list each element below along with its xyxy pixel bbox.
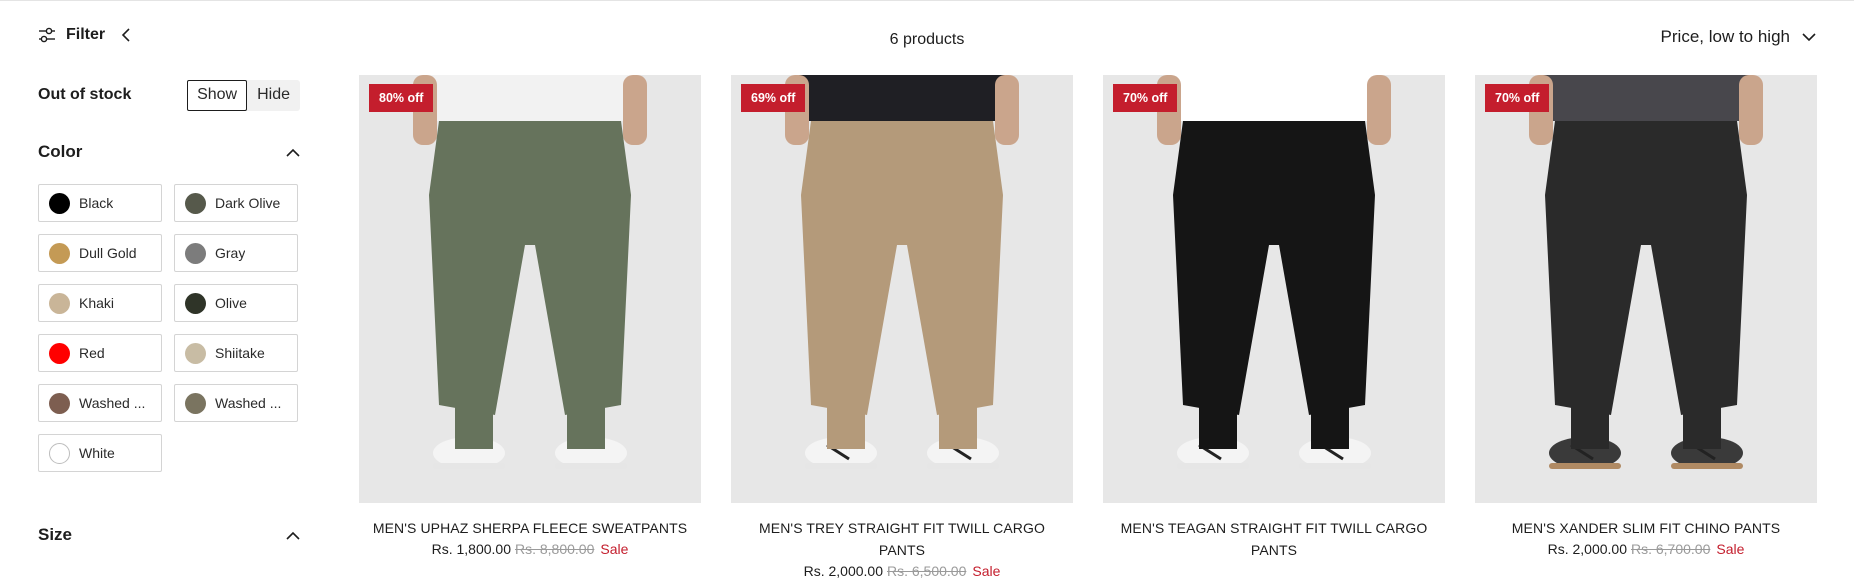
color-dot — [185, 292, 206, 314]
product-card[interactable]: 70% off MEN'S TEAGAN STRAIGHT FIT TWILL C… — [1103, 75, 1445, 580]
color-swatch-option[interactable]: White — [38, 434, 162, 472]
out-of-stock-title: Out of stock — [38, 86, 132, 103]
color-swatch-label: Khaki — [79, 295, 115, 311]
color-swatch-option[interactable]: Washed ... — [174, 384, 298, 422]
discount-badge: 70% off — [1485, 84, 1550, 112]
color-group-header[interactable]: Color — [38, 140, 300, 164]
product-price: Rs. 2,000.00 Rs. 6,500.00 Sale — [731, 562, 1073, 580]
color-dot — [49, 342, 70, 364]
color-swatch-label: Dark Olive — [215, 195, 281, 211]
stock-show-option[interactable]: Show — [187, 79, 248, 111]
color-dot — [49, 442, 70, 464]
product-price: Rs. 2,000.00 Rs. 6,700.00 Sale — [1475, 540, 1817, 558]
sort-dropdown[interactable]: Price, low to high — [1661, 27, 1816, 47]
sale-label: Sale — [1716, 541, 1745, 557]
color-swatch-option[interactable]: Khaki — [38, 284, 162, 322]
color-swatch-label: Olive — [215, 295, 247, 311]
compare-price: Rs. 8,800.00 — [514, 541, 595, 557]
product-card[interactable]: 70% off MEN'S XANDER SLIM FIT CHINO PANTS… — [1475, 75, 1817, 558]
filter-sidebar: Out of stock Show Hide Color Black Dark O… — [38, 78, 300, 472]
color-swatch-option[interactable]: Shiitake — [174, 334, 298, 372]
filter-label: Filter — [66, 26, 106, 43]
product-price: Rs. 1,800.00 Rs. 8,800.00 Sale — [359, 540, 701, 558]
color-swatch-option[interactable]: Washed ... — [38, 384, 162, 422]
compare-price: Rs. 6,700.00 — [1630, 541, 1711, 557]
stock-hide-option[interactable]: Hide — [247, 80, 300, 111]
product-title-link[interactable]: MEN'S TREY STRAIGHT FIT TWILL CARGO PANT… — [731, 517, 1073, 561]
color-dot — [185, 342, 206, 364]
color-dot — [49, 292, 70, 314]
product-card[interactable]: 69% off MEN'S TREY STRAIGHT FIT TWILL CAR… — [731, 75, 1073, 580]
color-swatch-label: Gray — [215, 245, 246, 261]
color-dot — [49, 392, 70, 414]
color-swatch-label: Black — [79, 195, 114, 211]
color-swatch-option[interactable]: Gray — [174, 234, 298, 272]
product-title-link[interactable]: MEN'S XANDER SLIM FIT CHINO PANTS — [1475, 517, 1817, 539]
color-swatch-option[interactable]: Olive — [174, 284, 298, 322]
color-swatch-label: Dull Gold — [79, 245, 137, 261]
color-swatch-label: Washed ... — [215, 395, 282, 411]
out-of-stock-row: Out of stock Show Hide — [38, 78, 300, 112]
color-title: Color — [38, 142, 83, 161]
product-image[interactable]: 70% off — [1475, 75, 1817, 503]
color-swatch-label: Washed ... — [79, 395, 146, 411]
discount-badge: 80% off — [369, 84, 434, 112]
filter-toggle-button[interactable]: Filter — [38, 26, 131, 44]
color-dot — [185, 242, 206, 264]
color-swatch-option[interactable]: Dull Gold — [38, 234, 162, 272]
sort-label: Price, low to high — [1660, 27, 1790, 46]
color-dot — [185, 392, 206, 414]
stock-toggle: Show Hide — [187, 79, 300, 111]
product-card[interactable]: 80% off MEN'S UPHAZ SHERPA FLEECE SWEATPA… — [359, 75, 701, 558]
compare-price: Rs. 6,500.00 — [886, 563, 967, 579]
chevron-up-icon — [286, 531, 300, 540]
product-title-link[interactable]: MEN'S UPHAZ SHERPA FLEECE SWEATPANTS — [359, 517, 701, 539]
chevron-down-icon — [1802, 32, 1816, 42]
color-swatch-list: Black Dark Olive Dull Gold Gray Khaki Olive Re… — [38, 184, 300, 472]
color-swatch-label: Red — [79, 345, 105, 361]
discount-badge: 69% off — [741, 84, 806, 112]
sale-price: Rs. 1,800.00 — [431, 541, 511, 557]
sliders-icon — [38, 27, 56, 43]
sale-price: Rs. 2,000.00 — [803, 563, 883, 579]
product-count: 6 products — [889, 31, 965, 48]
size-group-header[interactable]: Size — [38, 523, 300, 547]
color-dot — [49, 192, 70, 214]
color-dot — [185, 192, 206, 214]
product-title-link[interactable]: MEN'S TEAGAN STRAIGHT FIT TWILL CARGO PA… — [1103, 517, 1445, 561]
sale-price: Rs. 2,000.00 — [1547, 541, 1627, 557]
color-swatch-option[interactable]: Red — [38, 334, 162, 372]
color-swatch-option[interactable]: Black — [38, 184, 162, 222]
color-dot — [49, 242, 70, 264]
product-image[interactable]: 69% off — [731, 75, 1073, 503]
color-swatch-label: Shiitake — [215, 345, 265, 361]
product-image[interactable]: 70% off — [1103, 75, 1445, 503]
top-divider — [0, 0, 1854, 1]
product-price — [1103, 562, 1445, 580]
color-swatch-option[interactable]: Dark Olive — [174, 184, 298, 222]
sale-label: Sale — [972, 563, 1001, 579]
chevron-up-icon — [286, 148, 300, 157]
discount-badge: 70% off — [1113, 84, 1178, 112]
sale-label: Sale — [600, 541, 629, 557]
size-title: Size — [38, 525, 73, 544]
product-image[interactable]: 80% off — [359, 75, 701, 503]
color-swatch-label: White — [79, 445, 115, 461]
chevron-left-icon[interactable] — [121, 28, 131, 42]
